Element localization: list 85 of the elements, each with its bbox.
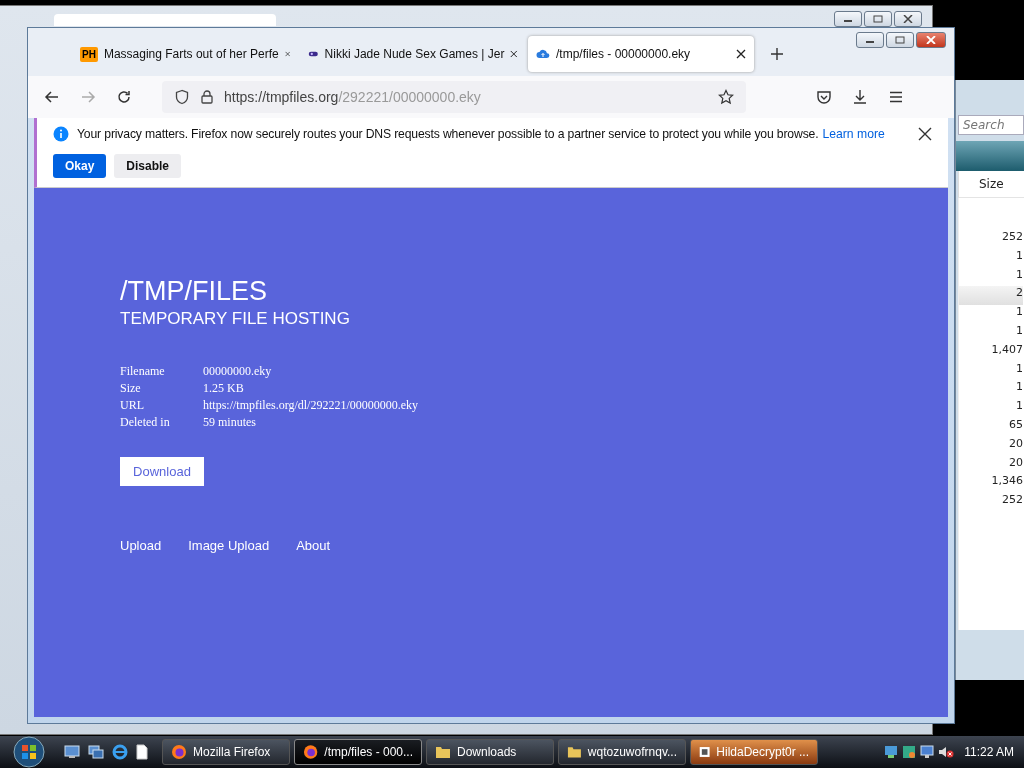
size-cell-text: 1 xyxy=(1015,267,1023,283)
nav-link[interactable]: About xyxy=(296,538,331,553)
close-tab-icon[interactable] xyxy=(736,49,746,59)
site-subtitle: TEMPORARY FILE HOSTING xyxy=(120,309,351,329)
lock-icon xyxy=(200,89,214,105)
tray-network-icon[interactable] xyxy=(884,745,899,759)
maximize-icon xyxy=(873,15,883,23)
firefox-icon xyxy=(171,744,187,760)
browser-tab[interactable]: /tmp/files - 00000000.eky xyxy=(528,36,754,72)
size-cell-text: 1 xyxy=(1015,399,1023,415)
nav-link[interactable]: Image Upload xyxy=(188,538,270,553)
size-cell-text: 1 xyxy=(1015,248,1023,264)
browser-e-icon[interactable] xyxy=(112,744,128,760)
cloud-icon xyxy=(536,48,550,60)
minimize-button[interactable] xyxy=(834,11,862,27)
browser-tab[interactable]: PH Massaging Farts out of her Perfe xyxy=(72,36,298,72)
reload-icon[interactable] xyxy=(116,89,132,105)
muted-speaker-icon[interactable] xyxy=(938,745,955,759)
notification-message: Your privacy matters. Firefox now securely routes your DNS requests whenever possible to a partner service to protect you while you browse. xyxy=(77,127,819,141)
site-title: /TMP/FILES xyxy=(120,276,269,307)
disable-button[interactable]: Disable xyxy=(114,154,182,178)
detail-value: 00000000.eky xyxy=(203,363,273,380)
detail-label: Filename xyxy=(120,363,166,380)
maximize-button[interactable] xyxy=(864,11,892,27)
pill-icon xyxy=(308,49,319,59)
download-button[interactable]: Download xyxy=(120,457,204,486)
close-icon xyxy=(903,15,913,23)
close-tab-icon[interactable] xyxy=(510,49,518,59)
size-cell-text: 20 xyxy=(1008,436,1023,452)
address-bar[interactable]: https://tmpfiles.org/292221/00000000.eky xyxy=(162,81,746,113)
switch-windows-icon[interactable] xyxy=(88,745,104,759)
folder-icon xyxy=(435,744,451,760)
new-tab-icon[interactable] xyxy=(770,47,784,61)
firefox-icon xyxy=(303,744,319,760)
close-button[interactable] xyxy=(894,11,922,27)
tray-security-icon[interactable] xyxy=(902,745,917,759)
detail-label: Size xyxy=(120,380,142,397)
minimize-button[interactable] xyxy=(856,32,884,48)
close-button[interactable] xyxy=(916,32,946,48)
taskbar-button[interactable]: wqtozuwofrnqv... xyxy=(558,739,686,765)
maximize-button[interactable] xyxy=(886,32,914,48)
search-field[interactable]: Search xyxy=(958,115,1024,135)
bookmark-star-icon[interactable] xyxy=(718,89,734,105)
size-cell-text: 65 xyxy=(1008,417,1023,433)
size-cell-text: 1 xyxy=(1015,305,1023,321)
download-icon[interactable] xyxy=(852,89,868,105)
menu-icon[interactable] xyxy=(888,89,904,105)
shield-icon[interactable] xyxy=(174,89,190,105)
document-icon[interactable] xyxy=(136,744,148,760)
okay-button[interactable]: Okay xyxy=(53,154,107,178)
close-icon xyxy=(926,36,936,44)
size-cell-text: 1,407 xyxy=(990,342,1023,358)
app-icon xyxy=(699,744,711,760)
pocket-icon[interactable] xyxy=(816,89,832,105)
learn-more-link[interactable]: Learn more xyxy=(822,127,885,141)
close-icon[interactable] xyxy=(918,127,932,141)
size-cell-text: 1 xyxy=(1015,361,1023,377)
taskbar-button[interactable]: /tmp/files - 000... xyxy=(294,739,422,765)
folder-icon xyxy=(567,744,582,760)
detail-value: https://tmpfiles.org/dl/292221/00000000.eky xyxy=(203,397,420,414)
size-cell-text: 1 xyxy=(1015,324,1023,339)
taskbar-button[interactable]: Mozilla Firefox xyxy=(162,739,290,765)
size-cell: 2 xyxy=(959,286,1023,306)
nav-link[interactable]: Upload xyxy=(120,538,162,553)
detail-label: Deleted in xyxy=(120,414,171,431)
browser-tab[interactable]: Nikki Jade Nude Sex Games | Jer xyxy=(300,36,526,72)
start-button[interactable] xyxy=(12,735,46,768)
clock[interactable]: 11:22 AM xyxy=(964,745,1014,759)
detail-value: 1.25 KB xyxy=(203,380,245,397)
detail-label: URL xyxy=(120,397,145,414)
size-cell-text: 252 xyxy=(1001,230,1023,245)
back-icon[interactable] xyxy=(44,89,60,105)
info-icon xyxy=(53,126,69,142)
taskbar-button[interactable]: Downloads xyxy=(426,739,554,765)
maximize-icon xyxy=(895,36,905,44)
size-cell-text: 1 xyxy=(1015,380,1023,396)
toolbar-band xyxy=(956,141,1024,171)
size-cell-text: 1,346 xyxy=(990,474,1023,490)
show-desktop-icon[interactable] xyxy=(64,745,80,759)
size-cell-text: 20 xyxy=(1008,455,1023,471)
site-badge: PH xyxy=(80,46,98,62)
taskbar-button[interactable]: HildaDecrypt0r ... xyxy=(690,739,818,765)
detail-value: 59 minutes xyxy=(203,414,257,431)
size-cell-text: 252 xyxy=(1001,493,1023,509)
tray-monitor-icon[interactable] xyxy=(920,745,935,759)
